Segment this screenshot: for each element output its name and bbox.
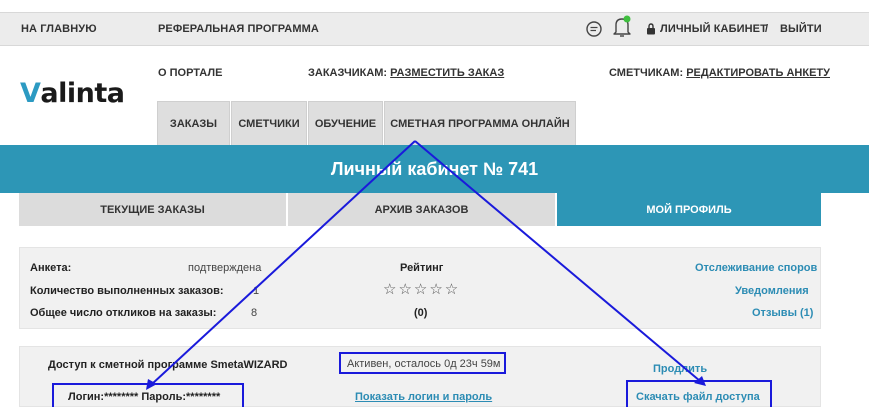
customers-nav: ЗАКАЗЧИКАМ: РАЗМЕСТИТЬ ЗАКАЗ [308,67,504,79]
extend-link[interactable]: Продлить [653,363,707,375]
place-order-link[interactable]: РАЗМЕСТИТЬ ЗАКАЗ [390,67,504,79]
responses-label: Общее число откликов на заказы: [30,307,217,319]
cabinet-link[interactable]: ЛИЧНЫЙ КАБИНЕТ [660,23,767,35]
rating-label: Рейтинг [400,262,444,274]
estimators-nav: СМЕТЧИКАМ: РЕДАКТИРОВАТЬ АНКЕТУ [609,67,830,79]
orders-value: 1 [253,285,260,297]
subtab-my-profile[interactable]: МОЙ ПРОФИЛЬ [557,193,821,226]
tab-orders[interactable]: ЗАКАЗЫ [157,101,230,145]
lock-icon [647,23,655,35]
edit-profile-link[interactable]: РЕДАКТИРОВАТЬ АНКЕТУ [686,67,830,79]
logo-text: alinta [40,78,125,109]
login-value: ******** [104,391,139,403]
access-status: Активен, осталось 0д 23ч 59м [347,358,501,370]
bell-icon[interactable] [611,14,633,38]
rating-stars: ☆☆☆☆☆ [383,281,461,298]
credentials-line: Логин:******** Пароль:******** [68,391,220,403]
access-title: Доступ к сметной программе SmetaWIZARD [48,359,288,371]
login-label: Логин: [68,391,105,403]
anketa-label: Анкета: [30,262,72,274]
subtab-archive[interactable]: АРХИВ ЗАКАЗОВ [288,193,555,226]
logo-v: V [20,78,41,109]
disputes-link[interactable]: Отслеживание споров [695,262,817,274]
responses-value: 8 [251,307,258,319]
home-link[interactable]: НА ГЛАВНУЮ [21,23,97,35]
estimators-prefix: СМЕТЧИКАМ: [609,67,687,79]
tab-estimate-program[interactable]: СМЕТНАЯ ПРОГРАММА ОНЛАЙН [384,101,576,145]
show-credentials-link[interactable]: Показать логин и пароль [355,391,492,403]
rating-count: (0) [414,307,428,319]
password-value: ******** [186,391,221,403]
topbar-separator: / [765,23,769,35]
password-label: Пароль: [138,391,187,403]
referral-link[interactable]: РЕФЕРАЛЬНАЯ ПРОГРАММА [158,23,319,35]
logout-link[interactable]: ВЫЙТИ [780,23,822,35]
chat-icon[interactable] [585,20,603,38]
logo[interactable]: Valinta [20,78,125,109]
notification-dot [623,15,631,23]
customers-prefix: ЗАКАЗЧИКАМ: [308,67,391,79]
download-access-link[interactable]: Скачать файл доступа [636,391,760,403]
notifications-link[interactable]: Уведомления [735,285,809,297]
subtab-current-orders[interactable]: ТЕКУЩИЕ ЗАКАЗЫ [19,193,286,226]
orders-label: Количество выполненных заказов: [30,285,224,297]
page-title: Личный кабинет № 741 [330,158,539,179]
about-link[interactable]: О ПОРТАЛЕ [158,67,222,79]
tab-training[interactable]: ОБУЧЕНИЕ [308,101,383,145]
tab-estimators[interactable]: СМЕТЧИКИ [231,101,307,145]
reviews-link[interactable]: Отзывы (1) [752,307,813,319]
anketa-value: подтверждена [188,262,262,274]
